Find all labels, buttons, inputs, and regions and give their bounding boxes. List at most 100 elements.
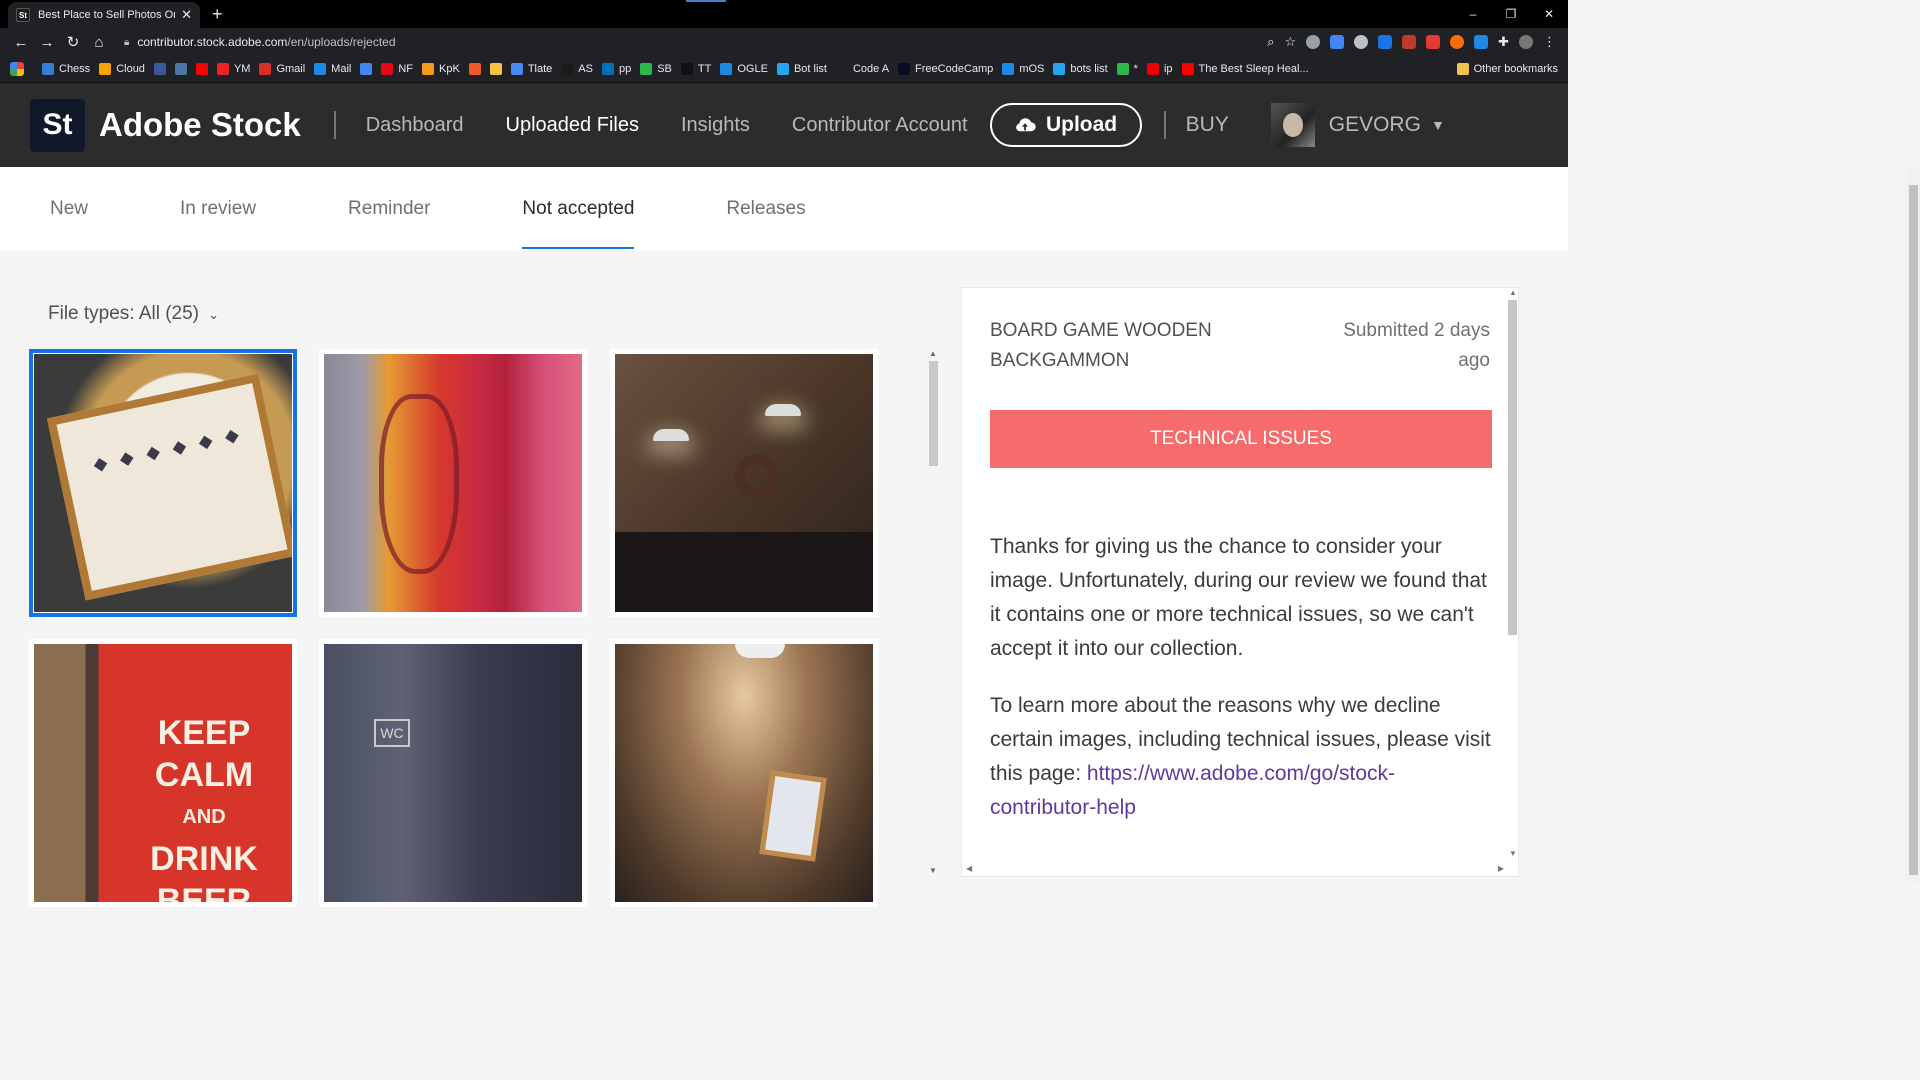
scroll-up-icon[interactable]: ▲ (929, 349, 937, 358)
scrollbar-thumb[interactable] (1909, 185, 1918, 875)
extension-icon[interactable] (1378, 35, 1393, 49)
bookmark-item[interactable]: Cloud (99, 63, 145, 75)
scroll-down-icon[interactable]: ▼ (929, 866, 937, 875)
tab-releases[interactable]: Releases (726, 167, 805, 251)
forward-icon[interactable]: → (34, 34, 60, 51)
new-tab-icon[interactable]: + (212, 4, 223, 25)
adblock-extension-icon[interactable] (1402, 35, 1417, 49)
tab-in-review[interactable]: In review (180, 167, 256, 251)
bookmark-item[interactable]: bots list (1053, 63, 1108, 75)
bookmark-item[interactable]: AS (561, 63, 593, 75)
bookmark-item[interactable]: The Best Sleep Heal... (1181, 63, 1309, 75)
user-name[interactable]: GEVORG (1329, 113, 1421, 137)
bookmark-item[interactable] (468, 63, 481, 75)
bookmark-item[interactable]: Mail (314, 63, 351, 75)
bookmark-item[interactable]: mOS (1002, 63, 1044, 75)
nav-insights[interactable]: Insights (681, 114, 750, 137)
bookmark-item[interactable]: ip (1146, 63, 1173, 75)
upload-button[interactable]: Upload (989, 103, 1142, 147)
extension-icon[interactable] (1426, 35, 1441, 49)
minimize-icon[interactable]: – (1454, 0, 1492, 28)
apps-icon[interactable] (10, 62, 24, 76)
file-types-label: File types: All (25) (48, 303, 199, 324)
scroll-right-icon[interactable]: ▶ (1498, 864, 1504, 873)
bookmark-item[interactable]: NF (381, 63, 413, 75)
bookmark-star-icon[interactable]: ☆ (1284, 34, 1296, 50)
thumb-keep-calm[interactable]: KEEP CALM AND DRINK BEER (29, 639, 297, 907)
panel-scrollbar[interactable]: ▲ ▼ (1505, 288, 1519, 858)
bookmark-item[interactable]: Code A (835, 63, 889, 75)
nav-dashboard[interactable]: Dashboard (366, 114, 464, 137)
avatar[interactable] (1270, 103, 1315, 147)
back-icon[interactable]: ← (8, 34, 34, 51)
extension-icon[interactable] (1450, 35, 1465, 49)
bookmark-item[interactable]: Bot list (776, 63, 827, 75)
zoom-icon[interactable]: ⌕ (1267, 34, 1274, 50)
close-window-icon[interactable]: ✕ (1530, 0, 1568, 28)
thumb-guitar[interactable] (319, 349, 587, 617)
bookmark-item[interactable]: OGLE (720, 63, 768, 75)
divider (333, 111, 336, 139)
thumb-lamps[interactable] (610, 349, 878, 617)
chevron-down-icon: ⌄ (208, 307, 220, 322)
nav-contributor-account[interactable]: Contributor Account (792, 114, 968, 137)
bookmark-item[interactable]: pp (601, 63, 631, 75)
nav-uploaded-files[interactable]: Uploaded Files (506, 114, 639, 137)
bookmarks-bar: Chess Cloud YM Gmail Mail NF KpK Tlate AS pp SB TT O… (0, 56, 1568, 83)
bookmark-item[interactable]: Chess (42, 63, 90, 75)
upload-label: Upload (1045, 113, 1118, 136)
chevron-down-icon[interactable]: ▼ (1431, 117, 1445, 133)
upload-status-tabs: New In review Reminder Not accepted Rele… (0, 167, 1568, 251)
bookmark-item[interactable] (174, 63, 187, 75)
bookmark-item[interactable]: Gmail (259, 63, 305, 75)
scroll-up-icon[interactable]: ▲ (1509, 288, 1517, 297)
grid-scrollbar[interactable]: ▲ ▼ (927, 349, 939, 875)
bookmark-item[interactable]: TT (680, 63, 711, 75)
scroll-left-icon[interactable]: ◀ (966, 864, 972, 873)
scrollbar-thumb[interactable] (1508, 300, 1517, 635)
bulb-extension-icon[interactable] (1354, 35, 1369, 49)
page-scrollbar[interactable] (1906, 167, 1920, 882)
bookmark-item[interactable] (153, 63, 166, 75)
bookmark-item[interactable]: Tlate (510, 63, 552, 75)
extension-icon[interactable] (1306, 35, 1321, 49)
browser-toolbar: ← → ↻ ⌂ 🔒︎ contributor.stock.adobe.com /… (0, 28, 1568, 56)
bookmark-item[interactable] (489, 63, 502, 75)
browser-tab[interactable]: St Best Place to Sell Photos Online, ✕ (8, 2, 200, 28)
profile-avatar-icon[interactable] (1519, 35, 1533, 49)
restore-icon[interactable]: ❐ (1492, 0, 1530, 28)
buy-link[interactable]: BUY (1186, 113, 1229, 137)
reload-icon[interactable]: ↻ (60, 33, 86, 51)
address-bar[interactable]: 🔒︎ contributor.stock.adobe.com /en/uploa… (124, 29, 1267, 55)
file-types-filter[interactable]: File types: All (25) ⌄ (48, 303, 219, 325)
site-logo-text[interactable]: Adobe Stock (99, 106, 301, 144)
thumb-backgammon[interactable] (29, 349, 297, 617)
puzzle-extensions-icon[interactable]: ✚ (1498, 34, 1509, 50)
toolbar-actions: ⌕ ☆ ✚ ⋮ (1267, 34, 1556, 50)
scrollbar-thumb[interactable] (929, 361, 938, 466)
bookmark-item[interactable]: FreeCodeCamp (898, 63, 993, 75)
tab-not-accepted[interactable]: Not accepted (522, 167, 634, 251)
close-tab-icon[interactable]: ✕ (181, 7, 192, 23)
thumb-wc-door[interactable]: WC (319, 639, 587, 907)
panel-horizontal-scrollbar[interactable]: ◀ ▶ (962, 862, 1520, 876)
tab-new[interactable]: New (50, 167, 88, 251)
browser-menu-icon[interactable]: ⋮ (1543, 34, 1556, 50)
home-icon[interactable]: ⌂ (86, 34, 112, 51)
translate-extension-icon[interactable] (1330, 35, 1345, 49)
bookmark-item[interactable]: * (1116, 63, 1138, 75)
scroll-down-icon[interactable]: ▼ (1509, 849, 1517, 858)
bookmark-item[interactable]: SB (640, 63, 672, 75)
thumb-portrait[interactable] (610, 639, 878, 907)
poster-line: CALM (154, 756, 254, 794)
adobe-stock-logo-icon[interactable]: St (30, 98, 85, 152)
bookmark-item[interactable] (195, 63, 208, 75)
tab-reminder[interactable]: Reminder (348, 167, 430, 251)
bookmark-item[interactable]: KpK (422, 63, 460, 75)
other-bookmarks[interactable]: Other bookmarks (1456, 63, 1558, 75)
bookmark-item[interactable]: YM (216, 63, 250, 75)
extension-icon[interactable] (1474, 35, 1489, 49)
bookmark-item[interactable] (360, 63, 373, 75)
bookmark-favicon-icon (489, 63, 502, 75)
message-paragraph: Thanks for giving us the chance to consi… (990, 535, 1487, 660)
